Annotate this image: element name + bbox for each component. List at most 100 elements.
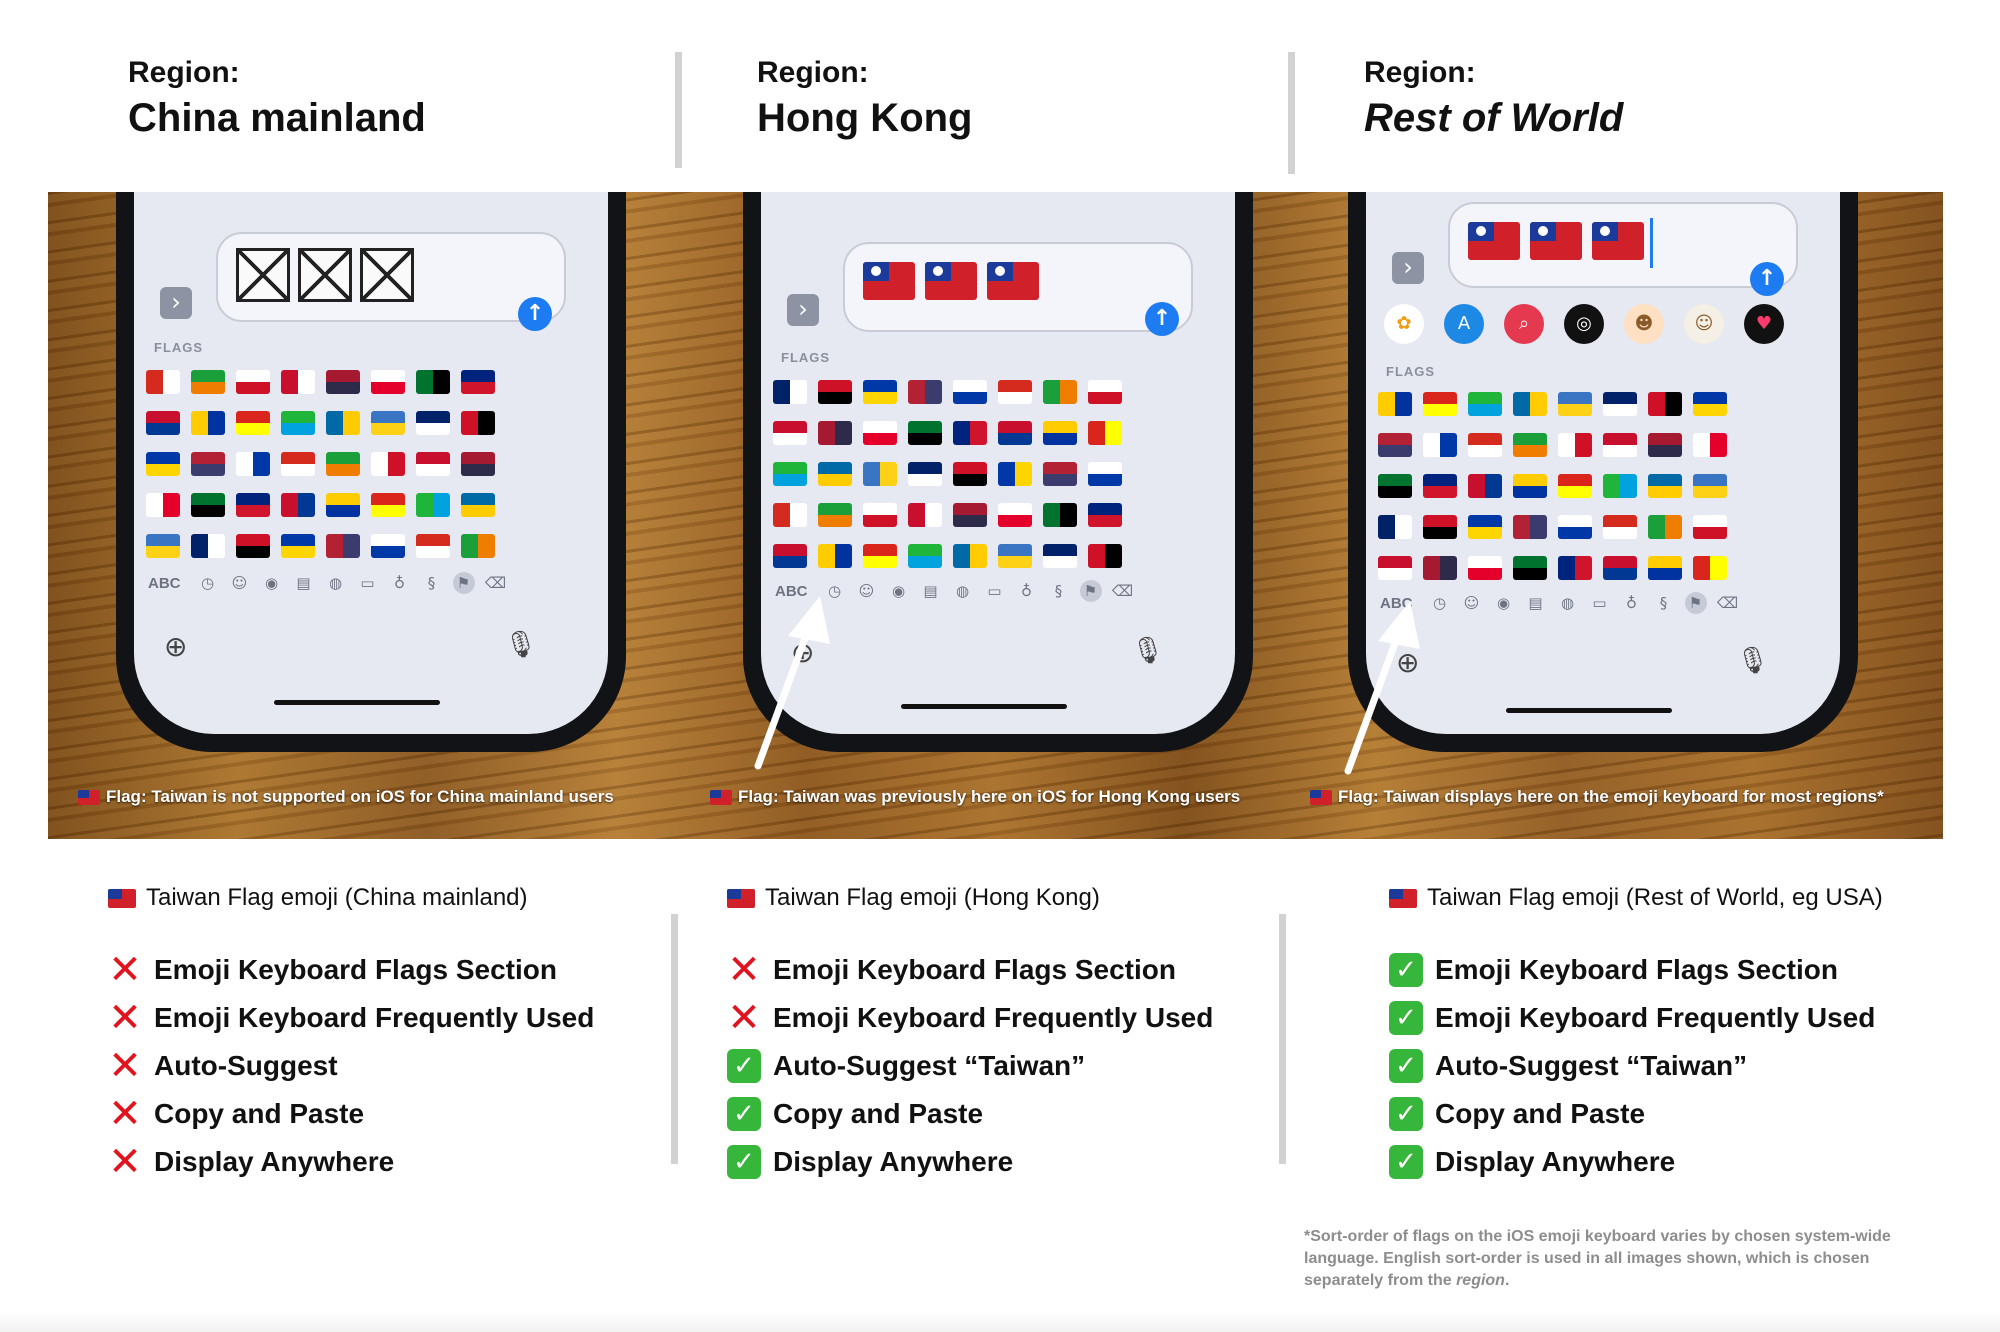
flag-emoji-icon[interactable] [998,503,1032,527]
flag-category-icon[interactable]: ⚑ [1079,580,1102,602]
flag-emoji-icon[interactable] [236,493,270,517]
animal-icon[interactable]: ◉ [888,580,910,602]
flag-emoji-icon[interactable] [1468,392,1502,416]
microphone-icon[interactable]: 🎙 [1736,646,1769,676]
flag-emoji-icon[interactable] [863,503,897,527]
flag-emoji-icon[interactable] [191,370,225,394]
flag-emoji-icon[interactable] [326,493,360,517]
flag-emoji-icon[interactable] [908,462,942,486]
flag-emoji-icon[interactable] [236,370,270,394]
flag-emoji-icon[interactable] [146,452,180,476]
flag-emoji-icon[interactable] [1043,503,1077,527]
message-input[interactable] [843,242,1193,332]
flag-emoji-icon[interactable] [1468,474,1502,498]
flag-emoji-icon[interactable] [236,411,270,435]
digital-touch-icon[interactable]: ♥ [1744,304,1784,344]
flag-emoji-icon[interactable] [863,544,897,568]
car-icon[interactable]: ▭ [984,580,1006,602]
flag-emoji-icon[interactable] [1378,556,1412,580]
flag-emoji-icon[interactable] [1513,556,1547,580]
flag-emoji-icon[interactable] [416,534,450,558]
flag-emoji-icon[interactable] [1088,380,1122,404]
flag-emoji-icon[interactable] [416,370,450,394]
animal-icon[interactable]: ◉ [1493,592,1515,614]
bulb-icon[interactable]: ♁ [389,572,411,594]
food-icon[interactable]: ▤ [920,580,942,602]
flag-emoji-icon[interactable] [953,421,987,445]
flag-emoji-icon[interactable] [953,544,987,568]
flag-emoji-icon[interactable] [818,544,852,568]
flag-emoji-icon[interactable] [818,421,852,445]
clock-icon[interactable]: ◷ [197,572,219,594]
ball-icon[interactable]: ◍ [325,572,347,594]
flag-emoji-icon[interactable] [953,503,987,527]
flag-emoji-icon[interactable] [1423,515,1457,539]
symbols-icon[interactable]: § [1048,580,1070,602]
symbols-icon[interactable]: § [1653,592,1675,614]
flag-emoji-icon[interactable] [908,380,942,404]
flag-emoji-icon[interactable] [773,380,807,404]
flag-emoji-icon[interactable] [191,452,225,476]
smiley-icon[interactable]: ☺ [856,580,878,602]
flag-emoji-icon[interactable] [461,534,495,558]
flag-emoji-icon[interactable] [1603,392,1637,416]
flag-emoji-icon[interactable] [461,370,495,394]
flag-emoji-icon[interactable] [1088,544,1122,568]
flag-emoji-icon[interactable] [1558,515,1592,539]
flag-emoji-icon[interactable] [371,493,405,517]
flag-emoji-icon[interactable] [863,421,897,445]
flag-emoji-icon[interactable] [1513,474,1547,498]
flag-emoji-icon[interactable] [281,493,315,517]
flag-emoji-icon[interactable] [1423,433,1457,457]
flag-emoji-icon[interactable] [773,544,807,568]
flag-emoji-icon[interactable] [908,544,942,568]
flag-emoji-icon[interactable] [191,493,225,517]
flag-emoji-icon[interactable] [326,452,360,476]
flag-emoji-icon[interactable] [146,534,180,558]
flag-emoji-icon[interactable] [1693,433,1727,457]
flag-emoji-icon[interactable] [146,411,180,435]
microphone-icon[interactable]: 🎙 [1131,636,1164,666]
chevron-right-icon[interactable]: › [1392,252,1424,284]
flag-category-icon[interactable]: ⚑ [452,572,475,594]
flag-emoji-icon[interactable] [281,411,315,435]
flag-emoji-icon[interactable] [326,370,360,394]
flag-emoji-icon[interactable] [416,452,450,476]
flag-emoji-icon[interactable] [1603,433,1637,457]
flag-emoji-icon[interactable] [818,380,852,404]
flag-emoji-icon[interactable] [1378,433,1412,457]
flag-emoji-icon[interactable] [236,452,270,476]
message-input[interactable] [1448,202,1798,288]
microphone-icon[interactable]: 🎙 [504,630,537,660]
send-button[interactable]: ↑ [1145,302,1179,336]
message-input[interactable] [216,232,566,322]
flag-emoji-icon[interactable] [461,493,495,517]
flag-emoji-icon[interactable] [1693,392,1727,416]
activity-icon[interactable]: ◎ [1564,304,1604,344]
car-icon[interactable]: ▭ [1589,592,1611,614]
send-button[interactable]: ↑ [518,297,552,331]
flag-emoji-icon[interactable] [371,534,405,558]
flag-emoji-icon[interactable] [1423,392,1457,416]
flag-emoji-icon[interactable] [371,411,405,435]
flag-emoji-icon[interactable] [1043,462,1077,486]
ball-icon[interactable]: ◍ [952,580,974,602]
flag-emoji-icon[interactable] [1648,474,1682,498]
smiley-icon[interactable]: ☺ [229,572,251,594]
search-images-icon[interactable]: ⌕ [1504,304,1544,344]
abc-key[interactable]: ABC [148,575,181,592]
bulb-icon[interactable]: ♁ [1016,580,1038,602]
flag-emoji-icon[interactable] [1513,515,1547,539]
flag-emoji-icon[interactable] [191,534,225,558]
flag-emoji-icon[interactable] [908,503,942,527]
flag-emoji-icon[interactable] [1378,515,1412,539]
flag-emoji-icon[interactable] [1468,515,1502,539]
ball-icon[interactable]: ◍ [1557,592,1579,614]
flag-emoji-icon[interactable] [1603,515,1637,539]
app-store-icon[interactable]: A [1444,304,1484,344]
flag-emoji-icon[interactable] [998,544,1032,568]
flag-emoji-icon[interactable] [773,421,807,445]
flag-emoji-icon[interactable] [953,380,987,404]
flag-emoji-icon[interactable] [1043,421,1077,445]
flag-emoji-icon[interactable] [146,370,180,394]
